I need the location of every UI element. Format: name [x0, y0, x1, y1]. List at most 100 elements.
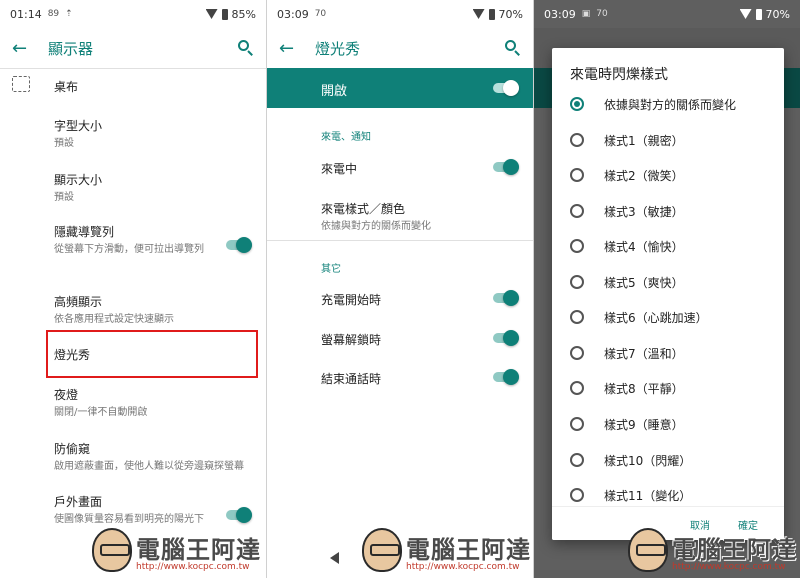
item-subtitle: 預設	[54, 192, 74, 203]
option-6[interactable]: 樣式6（心跳加速）	[570, 307, 708, 327]
option-9[interactable]: 樣式9（睡意）	[570, 414, 684, 434]
option-label: 樣式3（敏捷）	[604, 204, 684, 219]
option-11[interactable]: 樣式11（變化）	[570, 485, 691, 505]
settings-item-outdoor-mode[interactable]: 戶外畫面 使圖像質量容易看到明亮的陽光下	[54, 493, 210, 527]
watermark: 電腦王阿達 http://www.kocpc.com.tw	[628, 526, 800, 576]
charging-toggle[interactable]	[493, 290, 519, 306]
nav-back-icon[interactable]	[330, 552, 339, 564]
option-2[interactable]: 樣式2（微笑）	[570, 165, 684, 185]
option-7[interactable]: 樣式7（溫和）	[570, 343, 684, 363]
item-title: 戶外畫面	[54, 495, 103, 509]
settings-item-call-end[interactable]: 結束通話時	[321, 370, 521, 387]
radio-icon[interactable]	[570, 168, 584, 182]
hide-nav-bar-toggle[interactable]	[226, 237, 252, 253]
option-3[interactable]: 樣式3（敏捷）	[570, 201, 684, 221]
item-title: 螢幕解鎖時	[321, 333, 382, 347]
option-label: 樣式1（親密）	[604, 133, 684, 148]
settings-item-incoming-call[interactable]: 來電中	[321, 160, 521, 177]
settings-item-wallpaper[interactable]: 桌布	[54, 78, 254, 95]
watermark-text: 電腦王阿達	[406, 536, 531, 564]
mascot-logo-icon	[628, 528, 668, 572]
status-bar: 01:14 89 ⇡ 85%	[0, 0, 266, 28]
battery-percent: 70%	[498, 7, 523, 21]
option-label: 樣式4（愉快）	[604, 239, 684, 254]
option-10[interactable]: 樣式10（閃耀）	[570, 450, 691, 470]
highlight-box	[46, 330, 258, 378]
option-4[interactable]: 樣式4（愉快）	[570, 236, 684, 256]
image-icon: ▣	[581, 9, 591, 19]
master-toggle[interactable]	[493, 80, 519, 96]
section-header-other: 其它	[321, 264, 341, 275]
radio-icon[interactable]	[570, 417, 584, 431]
dialog-title: 來電時閃爍樣式	[570, 67, 668, 83]
item-title: 防偷窺	[54, 442, 91, 456]
item-subtitle: 關閉/一律不自動開啟	[54, 407, 148, 418]
radio-selected-icon[interactable]	[570, 97, 584, 111]
settings-item-charging[interactable]: 充電開始時	[321, 291, 521, 308]
mascot-logo-icon	[362, 528, 402, 572]
item-subtitle: 啟用遮蔽畫面，使他人難以從旁邊窺探螢幕	[54, 461, 244, 472]
radio-icon[interactable]	[570, 133, 584, 147]
option-5[interactable]: 樣式5（爽快）	[570, 272, 684, 292]
item-title: 充電開始時	[321, 293, 382, 307]
search-icon[interactable]	[505, 40, 521, 56]
app-bar: ← 燈光秀	[267, 28, 533, 68]
option-label: 樣式9（睡意）	[604, 417, 684, 432]
item-title: 來電中	[321, 162, 358, 176]
radio-icon[interactable]	[570, 275, 584, 289]
item-subtitle: 依各應用程式設定快速顯示	[54, 314, 174, 325]
back-arrow-icon[interactable]: ←	[279, 38, 307, 59]
watermark-text: 電腦王阿達	[136, 536, 261, 564]
item-subtitle: 從螢幕下方滑動，便可拉出導覽列	[54, 244, 204, 255]
item-title: 高頻顯示	[54, 295, 103, 309]
item-subtitle: 預設	[54, 138, 74, 149]
wifi-icon	[739, 9, 752, 19]
settings-item-privacy-screen[interactable]: 防偷窺 啟用遮蔽畫面，使他人難以從旁邊窺探螢幕	[54, 440, 254, 474]
option-label: 依據與對方的關係而變化	[604, 97, 737, 112]
settings-item-call-style[interactable]: 來電樣式／顏色 依據與對方的關係而變化	[321, 200, 521, 234]
back-arrow-icon[interactable]: ←	[12, 38, 40, 59]
status-time: 01:14	[10, 7, 42, 21]
option-0[interactable]: 依據與對方的關係而變化	[570, 94, 736, 114]
battery-icon	[755, 8, 762, 20]
watermark: 電腦王阿達 http://www.kocpc.com.tw	[362, 526, 552, 576]
settings-item-display-size[interactable]: 顯示大小 預設	[54, 171, 254, 205]
radio-icon[interactable]	[570, 204, 584, 218]
item-title: 來電樣式／顏色	[321, 202, 406, 216]
flash-style-panel: 03:09 ▣ 70 70% 來電時閃爍樣式 依據與對方的關係而變化 樣式1（親…	[534, 0, 800, 578]
outdoor-mode-toggle[interactable]	[226, 507, 252, 523]
incoming-call-toggle[interactable]	[493, 159, 519, 175]
option-label: 樣式2（微笑）	[604, 168, 684, 183]
status-bar: 03:09 70 70%	[267, 0, 533, 28]
option-label: 樣式7（溫和）	[604, 346, 684, 361]
item-title: 夜燈	[54, 388, 79, 402]
radio-icon[interactable]	[570, 453, 584, 467]
option-8[interactable]: 樣式8（平靜）	[570, 378, 684, 398]
settings-item-high-refresh[interactable]: 高頻顯示 依各應用程式設定快速顯示	[54, 293, 254, 327]
unlock-toggle[interactable]	[493, 330, 519, 346]
radio-icon[interactable]	[570, 310, 584, 324]
wifi-icon	[472, 9, 485, 19]
settings-item-font-size[interactable]: 字型大小 預設	[54, 117, 254, 151]
radio-icon[interactable]	[570, 239, 584, 253]
upload-icon: ⇡	[65, 9, 73, 19]
settings-item-unlock[interactable]: 螢幕解鎖時	[321, 331, 521, 348]
wifi-icon	[205, 9, 218, 19]
settings-item-night-light[interactable]: 夜燈 關閉/一律不自動開啟	[54, 386, 254, 420]
item-title: 字型大小	[54, 119, 103, 133]
battery-icon	[221, 8, 228, 20]
display-settings-panel: 01:14 89 ⇡ 85% ← 顯示器 桌布 字型大小 預設 顯示大小 預設 …	[0, 0, 266, 578]
status-time: 03:09	[544, 7, 576, 21]
option-label: 樣式6（心跳加速）	[604, 310, 708, 325]
radio-icon[interactable]	[570, 488, 584, 502]
call-end-toggle[interactable]	[493, 369, 519, 385]
page-title: 顯示器	[48, 39, 94, 58]
radio-icon[interactable]	[570, 381, 584, 395]
notification-icon: 70	[596, 9, 608, 19]
radio-icon[interactable]	[570, 346, 584, 360]
search-icon[interactable]	[238, 40, 254, 56]
settings-item-hide-nav-bar[interactable]: 隱藏導覽列 從螢幕下方滑動，便可拉出導覽列	[54, 223, 210, 257]
master-switch-bar[interactable]: 開啟	[267, 68, 533, 108]
option-1[interactable]: 樣式1（親密）	[570, 130, 684, 150]
watermark-url: http://www.kocpc.com.tw	[672, 562, 786, 572]
